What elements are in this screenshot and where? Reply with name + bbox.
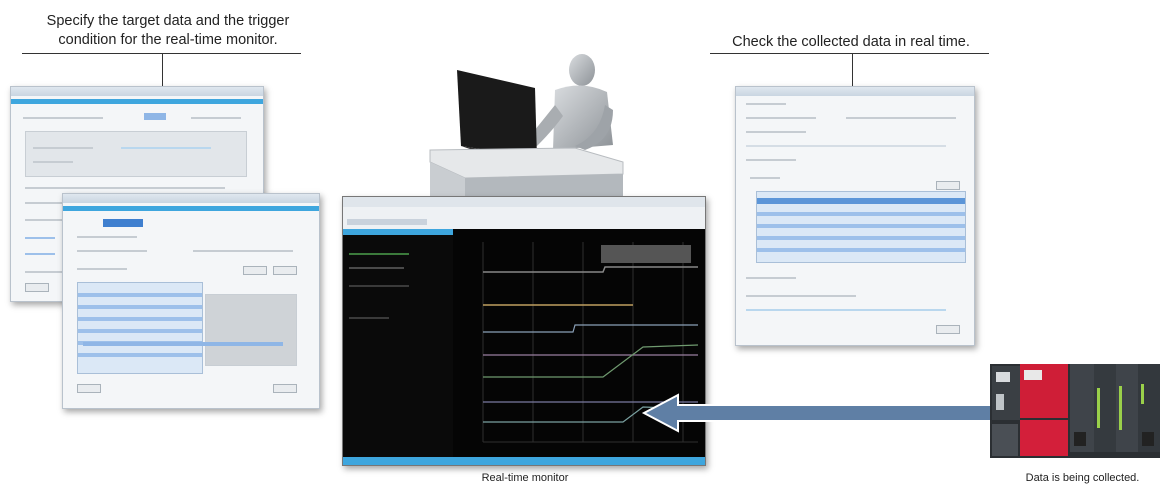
collected-data-window [735,86,975,346]
data-flow-arrow [641,393,1011,433]
plc-controller-illustration [990,364,1160,458]
right-caption-pointer [852,53,853,87]
left-caption: Specify the target data and the trigger … [46,13,290,48]
monitor-caption: Real-time monitor [481,472,569,484]
left-caption-pointer [162,53,163,87]
plc-caption: Data is being collected. [1025,472,1140,484]
right-caption-rule [710,53,989,54]
right-caption: Check the collected data in real time. [732,34,970,50]
settings-window-front [62,193,320,409]
operator-at-desk-illustration [429,54,624,200]
